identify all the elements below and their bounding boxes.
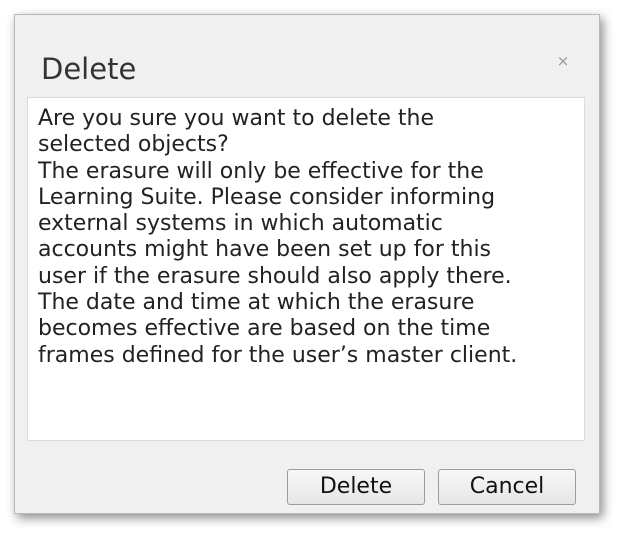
dialog-footer: Delete Cancel (15, 441, 599, 515)
cancel-button[interactable]: Cancel (438, 469, 576, 505)
delete-dialog: Delete × Are you sure you want to delete… (14, 14, 600, 514)
dialog-titlebar[interactable]: Delete × (15, 15, 599, 95)
dialog-message: Are you sure you want to delete the sele… (38, 106, 518, 368)
close-icon[interactable]: × (553, 51, 573, 71)
dialog-content: Are you sure you want to delete the sele… (27, 97, 585, 441)
dialog-title: Delete (41, 52, 137, 86)
delete-button[interactable]: Delete (287, 469, 425, 505)
